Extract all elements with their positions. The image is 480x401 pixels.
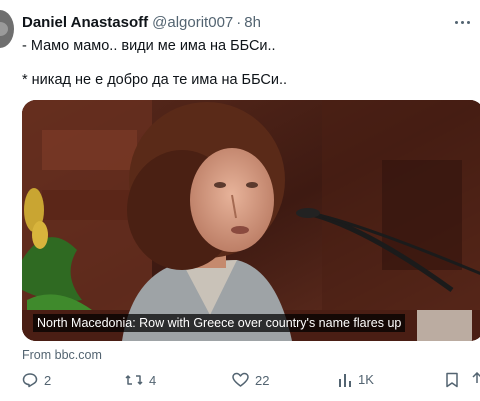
avatar[interactable] — [0, 10, 14, 48]
card-source[interactable]: From bbc.com — [22, 348, 102, 362]
tweet-timestamp[interactable]: 8h — [244, 14, 261, 31]
reply-icon — [22, 373, 38, 388]
link-preview-card[interactable]: North Macedonia: Row with Greece over co… — [22, 100, 480, 341]
tweet-text-line-1: - Мамо мамо.. види ме има на ББСи.. — [22, 38, 276, 54]
like-count: 22 — [255, 372, 270, 388]
author-handle[interactable]: @algorit007 — [152, 14, 233, 31]
views-button[interactable]: 1K — [338, 372, 374, 387]
author-name[interactable]: Daniel Anastasoff — [22, 14, 148, 31]
tweet-text-line-2: * никад не е добро да те има на ББСи.. — [22, 72, 288, 88]
reply-button[interactable]: 2 — [22, 372, 51, 388]
bookmark-button[interactable] — [445, 372, 459, 388]
heart-icon — [232, 372, 249, 387]
news-photo — [22, 100, 480, 341]
tweet-header: Daniel Anastasoff @algorit007 · 8h — [22, 14, 261, 31]
view-count: 1K — [358, 372, 374, 387]
repost-icon — [125, 375, 143, 385]
repost-count: 4 — [149, 372, 157, 388]
repost-button[interactable]: 4 — [125, 372, 156, 388]
bookmark-icon — [446, 372, 458, 388]
card-caption: North Macedonia: Row with Greece over co… — [33, 314, 406, 332]
tweet-actions: 2 4 22 1K — [0, 372, 480, 394]
views-chart-icon — [339, 373, 351, 387]
like-button[interactable]: 22 — [232, 372, 269, 388]
share-icon[interactable] — [472, 372, 480, 388]
separator-dot: · — [236, 14, 242, 31]
more-options-icon[interactable] — [455, 14, 479, 30]
reply-count: 2 — [44, 372, 52, 388]
